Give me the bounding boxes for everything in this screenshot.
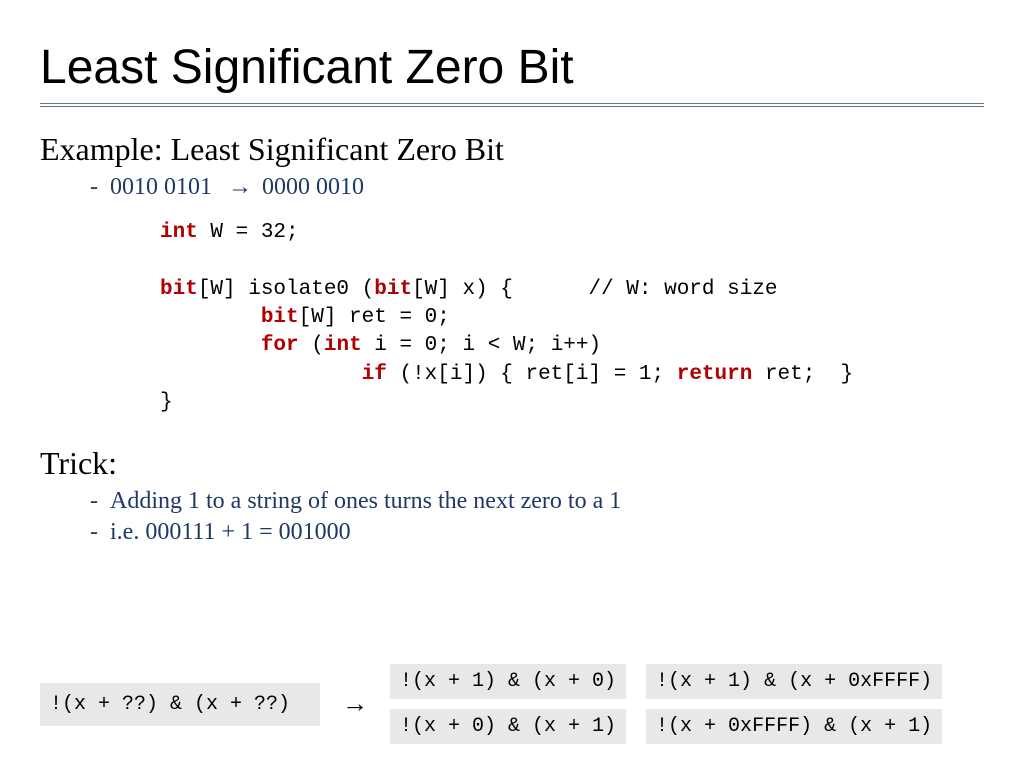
- code-l5-pad: [160, 363, 362, 386]
- option-2[interactable]: !(x + 1) & (x + 0xFFFF): [646, 664, 942, 699]
- trick-bullet-2: -i.e. 000111 + 1 = 001000: [90, 519, 984, 546]
- code-l5b: ret; }: [752, 363, 853, 386]
- question-expression: !(x + ??) & (x + ??): [40, 683, 320, 726]
- answer-options: !(x + 1) & (x + 0) !(x + 1) & (x + 0xFFF…: [390, 664, 942, 744]
- title-rule-2: [40, 106, 984, 107]
- trick-text-2: i.e. 000111 + 1 = 001000: [110, 519, 351, 545]
- code-l5a: (!x[i]) { ret[i] = 1;: [387, 363, 677, 386]
- option-1[interactable]: !(x + 1) & (x + 0): [390, 664, 626, 699]
- option-4[interactable]: !(x + 0xFFFF) & (x + 1): [646, 709, 942, 744]
- code-l1: W = 32;: [198, 221, 299, 244]
- code-l4b: i = 0; i < W; i++): [362, 334, 601, 357]
- code-l6: }: [160, 391, 173, 414]
- title-rule-1: [40, 103, 984, 104]
- example-heading: Example: Least Significant Zero Bit: [40, 131, 984, 168]
- option-3[interactable]: !(x + 0) & (x + 1): [390, 709, 626, 744]
- kw-int-2: int: [324, 334, 362, 357]
- arrow-icon: →: [224, 174, 256, 200]
- arrow-icon: →: [342, 689, 368, 719]
- code-l4-pad: [160, 334, 261, 357]
- bottom-row: !(x + ??) & (x + ??) → !(x + 1) & (x + 0…: [40, 664, 942, 744]
- code-l2b: [W] x) { // W: word size: [412, 278, 777, 301]
- code-l2a: [W] isolate0 (: [198, 278, 374, 301]
- kw-bit-2: bit: [374, 278, 412, 301]
- code-l4a: (: [299, 334, 324, 357]
- kw-int: int: [160, 221, 198, 244]
- trick-bullet-1: -Adding 1 to a string of ones turns the …: [90, 488, 984, 515]
- kw-if: if: [362, 363, 387, 386]
- trick-text-1: Adding 1 to a string of ones turns the n…: [110, 488, 621, 514]
- bullet-dash-icon: -: [90, 488, 110, 515]
- kw-for: for: [261, 334, 299, 357]
- kw-return: return: [677, 363, 753, 386]
- example-input: 0010 0101: [110, 174, 212, 200]
- bullet-dash-icon: -: [90, 174, 110, 201]
- bullet-dash-icon: -: [90, 519, 110, 546]
- example-output: 0000 0010: [262, 174, 364, 200]
- example-bullet: -0010 0101 → 0000 0010: [90, 174, 984, 201]
- code-l3: [W] ret = 0;: [299, 306, 450, 329]
- code-l3-pad: [160, 306, 261, 329]
- slide-title: Least Significant Zero Bit: [40, 40, 984, 95]
- kw-bit-3: bit: [261, 306, 299, 329]
- trick-heading: Trick:: [40, 445, 984, 482]
- code-block: int W = 32; bit[W] isolate0 (bit[W] x) {…: [160, 219, 984, 417]
- kw-bit: bit: [160, 278, 198, 301]
